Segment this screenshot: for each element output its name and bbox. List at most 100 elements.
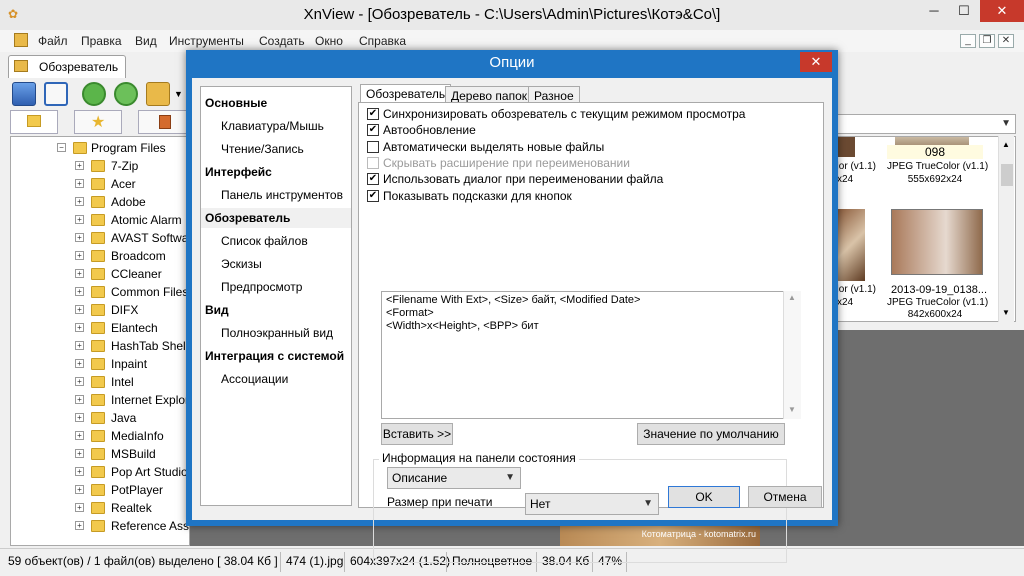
options-category[interactable]: Интерфейс [201,162,351,182]
tab-browser[interactable]: Обозреватель [8,55,126,78]
options-subcategory[interactable]: Предпросмотр [201,277,351,297]
menu-edit[interactable]: Правка [81,34,122,48]
reload-icon[interactable] [114,82,138,106]
scroll-down-icon[interactable]: ▼ [788,405,796,414]
options-category[interactable]: Вид [201,300,351,320]
tree-item[interactable]: + Adobe [11,193,189,211]
tree-item[interactable]: + Acer [11,175,189,193]
minimize-button[interactable]: ─ [920,0,948,22]
menu-tools[interactable]: Инструменты [169,34,244,48]
mdi-restore-button[interactable]: ❐ [979,34,995,48]
tree-item[interactable]: + Broadcom [11,247,189,265]
mdi-close-button[interactable]: ✕ [998,34,1014,48]
ok-button[interactable]: OK [668,486,740,508]
options-category[interactable]: Обозреватель [201,208,351,228]
menu-file[interactable]: Файл [38,34,68,48]
scroll-up-icon[interactable]: ▲ [1002,140,1010,149]
tree-item[interactable]: + MediaInfo [11,427,189,445]
expand-icon[interactable]: + [75,269,84,278]
status-info-select[interactable]: Описание ▼ [387,467,521,489]
options-subcategory[interactable]: Чтение/Запись [201,139,351,159]
options-subcategory[interactable]: Полноэкранный вид [201,323,351,343]
expand-icon[interactable]: + [75,323,84,332]
options-category[interactable]: Основные [201,93,351,113]
options-category[interactable]: Интеграция с системой [201,346,351,366]
tree-item[interactable]: + AVAST Softwa [11,229,189,247]
scroll-thumb[interactable] [1001,164,1013,186]
tree-item[interactable]: + Atomic Alarm [11,211,189,229]
options-subcategory[interactable]: Панель инструментов [201,185,351,205]
menu-help[interactable]: Справка [359,34,406,48]
menu-view[interactable]: Вид [135,34,157,48]
tree-item[interactable]: + Realtek [11,499,189,517]
expand-icon[interactable]: + [75,485,84,494]
thumbnail-image-cats[interactable] [891,209,983,275]
expand-icon[interactable]: + [75,467,84,476]
textarea-scrollbar[interactable]: ▲ ▼ [783,291,801,419]
default-value-button[interactable]: Значение по умолчанию [637,423,785,445]
close-button[interactable]: ✕ [980,0,1024,22]
print-size-select[interactable]: Нет ▼ [525,493,659,515]
checkbox[interactable]: ✔ [367,173,379,186]
thumbnail-image-partial[interactable] [837,137,855,157]
tree-item[interactable]: + Common Files [11,283,189,301]
refresh-icon[interactable] [82,82,106,106]
filter-dropdown[interactable]: ▼ [836,114,1016,134]
mdi-minimize-button[interactable]: _ [960,34,976,48]
options-subcategory[interactable]: Эскизы [201,254,351,274]
checkbox[interactable]: ✔ [367,124,379,137]
dialog-close-button[interactable]: ✕ [800,52,832,72]
expand-icon[interactable]: + [75,449,84,458]
checkbox[interactable]: ✔ [367,108,379,120]
expand-icon[interactable]: + [75,251,84,260]
fullscreen-icon[interactable] [44,82,68,106]
tree-item[interactable]: + Elantech [11,319,189,337]
tree-item[interactable]: + Java [11,409,189,427]
checkbox[interactable]: ✔ [367,189,379,202]
tree-item[interactable]: + HashTab Shell [11,337,189,355]
options-subcategory[interactable]: Клавиатура/Мышь [201,116,351,136]
tree-item[interactable]: + Inpaint [11,355,189,373]
tree-item-program-files[interactable]: − Program Files [11,139,189,157]
tree-item[interactable]: + Internet Explor [11,391,189,409]
expand-icon[interactable]: + [75,305,84,314]
menu-create[interactable]: Создать [259,34,305,48]
expand-icon[interactable]: + [75,341,84,350]
expand-icon[interactable]: + [75,413,84,422]
browser-doc-icon[interactable] [14,33,28,47]
folders-panel-button[interactable] [10,110,58,134]
tree-item[interactable]: + DIFX [11,301,189,319]
cancel-button[interactable]: Отмена [748,486,822,508]
expand-icon[interactable]: + [75,215,84,224]
expand-icon[interactable]: + [75,359,84,368]
chevron-down-icon[interactable]: ▼ [174,89,183,99]
maximize-button[interactable]: ☐ [950,0,978,22]
expand-icon[interactable]: + [75,233,84,242]
expand-icon[interactable]: + [75,521,84,530]
tree-item[interactable]: + PotPlayer [11,481,189,499]
categories-panel-button[interactable] [138,110,190,134]
thumbnail-image-partial[interactable] [837,209,865,281]
open-image-icon[interactable] [12,82,36,106]
options-subcategory[interactable]: Список файлов [201,231,351,251]
expand-icon[interactable]: + [75,395,84,404]
expand-icon[interactable]: + [75,503,84,512]
menu-window[interactable]: Окно [315,34,343,48]
expand-icon[interactable]: + [75,179,84,188]
expand-icon[interactable]: + [75,287,84,296]
expand-icon[interactable]: + [75,161,84,170]
tree-item[interactable]: + Pop Art Studio [11,463,189,481]
expand-icon[interactable]: + [75,197,84,206]
expand-icon[interactable]: + [75,377,84,386]
expand-icon[interactable]: + [75,431,84,440]
tree-item[interactable]: +7-Zip [11,157,189,175]
tooltip-format-textarea[interactable]: <Filename With Ext>, <Size> байт, <Modif… [381,291,801,419]
go-to-folder-icon[interactable] [146,82,170,106]
tree-item[interactable]: + Reference Ass [11,517,189,535]
tree-item[interactable]: + MSBuild [11,445,189,463]
collapse-icon[interactable]: − [57,143,66,152]
favorites-panel-button[interactable]: ★ [74,110,122,134]
thumbnail-scrollbar[interactable]: ▲ ▼ [998,136,1014,322]
options-subcategory[interactable]: Ассоциации [201,369,351,389]
scroll-down-icon[interactable]: ▼ [1002,308,1010,317]
